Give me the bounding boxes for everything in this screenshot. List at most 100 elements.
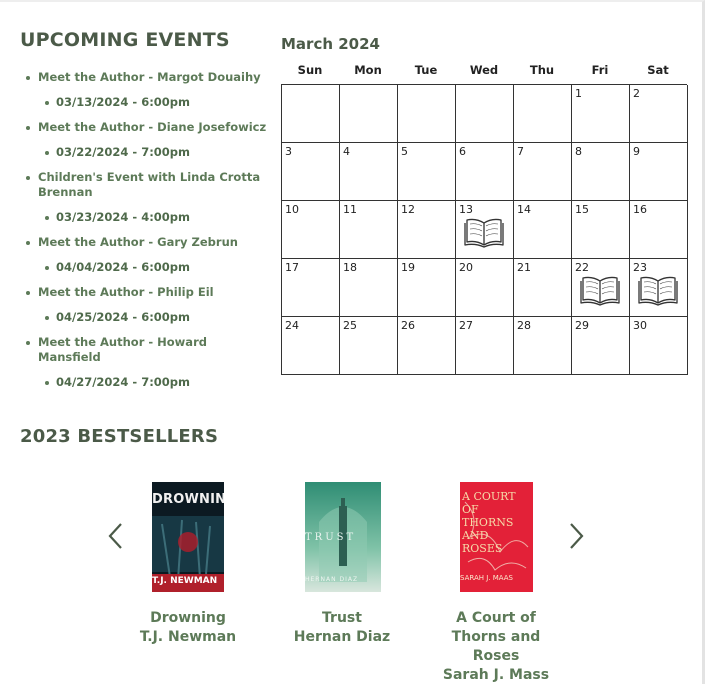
calendar-day-cell: 27 [456,317,514,375]
calendar-day-number: 17 [285,261,299,274]
calendar-day-cell: 5 [398,143,456,201]
event-date: 04/27/2024 - 7:00pm [26,375,271,390]
calendar-day-cell: 3 [282,143,340,201]
event-item: Children's Event with Linda Crotta Brenn… [26,170,271,225]
book-title: A Court of Thorns and Roses [451,610,541,664]
weekday-label: Wed [469,63,499,77]
open-book-icon[interactable] [580,273,620,307]
event-item: Meet the Author - Philip Eil 04/25/2024 … [26,285,271,325]
cover-title: A COURT OF THORNS AND ROSES [462,490,516,555]
weekday-label: Fri [591,63,609,77]
book-title: Trust [322,610,362,626]
cover-author: T.J. NEWMAN [152,576,218,586]
calendar-day-cell: 24 [282,317,340,375]
calendar-day-cell: 20 [456,259,514,317]
calendar-day-cell: 1 [572,85,630,143]
calendar-grid: 1 2 3 4 5 6 7 8 9 10 11 12 13 14 15 16 17 18 19 20 21 22 23 24 2… [281,84,688,375]
calendar-day-number: 20 [459,261,473,274]
calendar-day-cell: 26 [398,317,456,375]
bestsellers-heading: 2023 BESTSELLERS [20,426,219,447]
event-date: 04/25/2024 - 6:00pm [26,310,271,325]
calendar-day-cell: 16 [630,201,688,259]
cover-title: TRUST [305,532,357,543]
weekday-label: Thu [529,63,555,77]
calendar-day-cell[interactable]: 23 [630,259,688,317]
calendar-day-cell [340,85,398,143]
cover-author: HERNAN DIAZ [305,576,359,583]
calendar-day-number: 5 [401,145,408,158]
calendar-day-number: 2 [633,87,640,100]
event-title-link[interactable]: Meet the Author - Diane Josefowicz [26,120,271,135]
event-title-link[interactable]: Meet the Author - Philip Eil [26,285,271,300]
calendar-day-number: 29 [575,319,589,332]
calendar-day-number: 24 [285,319,299,332]
book-caption[interactable]: A Court of Thorns and Roses Sarah J. Mas… [421,609,571,684]
calendar-month-title: March 2024 [281,35,380,53]
event-date: 03/23/2024 - 4:00pm [26,210,271,225]
weekday-label: Tue [414,63,438,77]
calendar-day-number: 25 [343,319,357,332]
book-cover-trust[interactable]: TRUST HERNAN DIAZ [305,482,381,592]
calendar-day-cell: 29 [572,317,630,375]
event-item: Meet the Author - Gary Zebrun 04/04/2024… [26,235,271,275]
event-date: 04/04/2024 - 6:00pm [26,260,271,275]
event-title-link[interactable]: Meet the Author - Margot Douaihy [26,70,271,85]
calendar-day-cell[interactable]: 22 [572,259,630,317]
calendar-day-number: 26 [401,319,415,332]
open-book-icon[interactable] [638,273,678,307]
cover-title: DROWNING [152,492,224,507]
book-author: Sarah J. Mass [442,667,550,683]
calendar-day-number: 10 [285,203,299,216]
calendar-day-cell[interactable]: 13 [456,201,514,259]
event-title-link[interactable]: Meet the Author - Howard Mansfield [26,335,271,365]
calendar-day-cell [456,85,514,143]
calendar-day-cell: 28 [514,317,572,375]
event-date: 03/22/2024 - 7:00pm [26,145,271,160]
event-title-link[interactable]: Meet the Author - Gary Zebrun [26,235,271,250]
book-caption[interactable]: Trust Hernan Diaz [272,609,412,647]
calendar-day-cell: 19 [398,259,456,317]
calendar-day-number: 15 [575,203,589,216]
calendar-day-cell: 12 [398,201,456,259]
calendar-day-cell [282,85,340,143]
open-book-icon[interactable] [464,215,504,249]
calendar-day-cell: 4 [340,143,398,201]
calendar-day-number: 14 [517,203,531,216]
chevron-left-icon[interactable] [106,520,126,552]
calendar-day-number: 21 [517,261,531,274]
calendar-day-cell: 10 [282,201,340,259]
calendar-day-cell: 6 [456,143,514,201]
calendar-day-cell: 14 [514,201,572,259]
events-list: Meet the Author - Margot Douaihy 03/13/2… [26,70,271,400]
event-item: Meet the Author - Howard Mansfield 04/27… [26,335,271,390]
calendar-day-number: 27 [459,319,473,332]
calendar-day-cell: 8 [572,143,630,201]
page: UPCOMING EVENTS Meet the Author - Margot… [0,0,705,684]
book-cover-court-of-thorns[interactable]: A COURT OF THORNS AND ROSES SARAH J. MAA… [460,482,533,592]
calendar-day-cell: 2 [630,85,688,143]
calendar-day-number: 11 [343,203,357,216]
book-cover-drowning[interactable]: DROWNING T.J. NEWMAN [152,482,224,592]
calendar-day-number: 3 [285,145,292,158]
calendar-day-number: 19 [401,261,415,274]
upcoming-events-heading: UPCOMING EVENTS [20,29,230,51]
chevron-right-icon[interactable] [566,520,586,552]
weekday-label: Sun [297,63,323,77]
book-title: Drowning [150,610,226,626]
calendar-day-number: 18 [343,261,357,274]
book-caption[interactable]: Drowning T.J. Newman [118,609,258,647]
calendar-day-cell [514,85,572,143]
calendar-day-number: 9 [633,145,640,158]
weekday-label: Sat [647,63,669,77]
calendar-day-number: 12 [401,203,415,216]
calendar-day-cell: 17 [282,259,340,317]
calendar-day-number: 16 [633,203,647,216]
calendar-day-number: 28 [517,319,531,332]
calendar-day-cell: 21 [514,259,572,317]
event-title-link[interactable]: Children's Event with Linda Crotta Brenn… [26,170,271,200]
event-item: Meet the Author - Diane Josefowicz 03/22… [26,120,271,160]
cover-author: SARAH J. MAAS [460,574,513,582]
calendar-day-cell: 11 [340,201,398,259]
calendar-day-cell: 7 [514,143,572,201]
calendar-day-cell: 18 [340,259,398,317]
